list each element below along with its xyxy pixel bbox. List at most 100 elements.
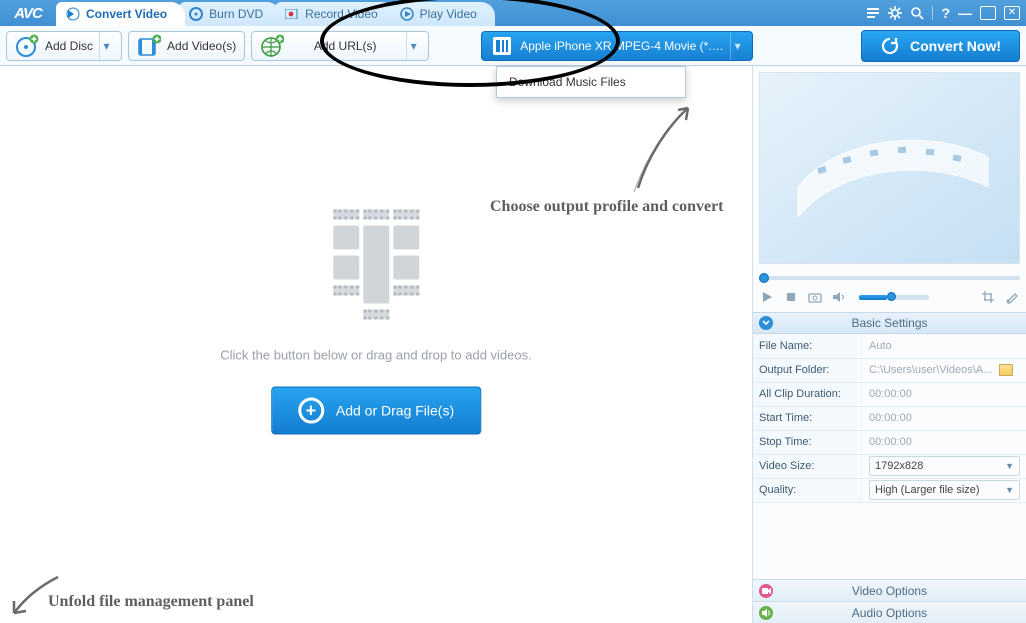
globe-plus-icon xyxy=(260,34,284,58)
setting-value[interactable]: 00:00:00 xyxy=(863,430,1026,454)
gear-icon[interactable] xyxy=(888,6,902,20)
tab-label: Play Video xyxy=(420,7,477,21)
tab-convert-video[interactable]: Convert Video xyxy=(56,2,185,26)
volume-slider[interactable] xyxy=(859,295,929,300)
audio-icon xyxy=(759,606,773,620)
row-output-folder: Output Folder: C:\Users\user\Videos\A... xyxy=(753,358,1026,382)
edit-button[interactable] xyxy=(1004,289,1020,305)
setting-label: File Name: xyxy=(753,334,863,358)
setting-label: Output Folder: xyxy=(753,358,863,382)
tab-play-video[interactable]: Play Video xyxy=(390,2,495,26)
maximize-button[interactable] xyxy=(980,6,996,20)
setting-label: Stop Time: xyxy=(753,430,863,454)
section-title: Basic Settings xyxy=(851,316,927,330)
row-video-size: Video Size: 1792x828▼ xyxy=(753,454,1026,478)
section-title: Video Options xyxy=(852,584,927,598)
annotation-unfold-panel: Unfold file management panel xyxy=(48,593,254,611)
video-size-select[interactable]: 1792x828▼ xyxy=(869,456,1020,476)
tab-label: Burn DVD xyxy=(209,7,263,21)
button-label: Add Video(s) xyxy=(167,39,236,53)
chevron-icon xyxy=(759,316,773,330)
add-url-dropdown-menu: Download Music Files xyxy=(496,66,686,98)
minimize-button[interactable]: — xyxy=(958,5,972,21)
setting-value[interactable]: C:\Users\user\Videos\A... xyxy=(863,358,1026,382)
row-stop-time: Stop Time: 00:00:00 xyxy=(753,430,1026,454)
row-start-time: Start Time: 00:00:00 xyxy=(753,406,1026,430)
plus-icon: + xyxy=(298,398,324,424)
annotation-arrow-icon xyxy=(628,96,708,196)
stop-button[interactable] xyxy=(783,289,799,305)
setting-value: 00:00:00 xyxy=(863,382,1026,406)
settings-table: File Name: Auto Output Folder: C:\Users\… xyxy=(753,334,1026,503)
row-quality: Quality: High (Larger file size)▼ xyxy=(753,478,1026,502)
play-icon xyxy=(400,7,414,21)
button-label: Add URL(s) xyxy=(290,39,400,53)
play-button[interactable] xyxy=(759,289,775,305)
snapshot-button[interactable] xyxy=(807,289,823,305)
title-bar: AVC Convert Video Burn DVD Record Video … xyxy=(0,0,1026,26)
tab-record-video[interactable]: Record Video xyxy=(275,2,396,26)
search-icon[interactable] xyxy=(910,6,924,20)
mute-button[interactable] xyxy=(831,289,847,305)
file-list-panel: Choose output profile and convert Click … xyxy=(0,66,753,623)
annotation-arrow-icon xyxy=(6,571,66,621)
preview-pane xyxy=(759,72,1020,264)
row-all-clip-duration: All Clip Duration: 00:00:00 xyxy=(753,382,1026,406)
button-label: Add or Drag File(s) xyxy=(336,403,454,419)
tab-label: Record Video xyxy=(305,7,378,21)
convert-now-button[interactable]: Convert Now! xyxy=(861,30,1020,62)
dropdown-arrow-icon[interactable]: ▾ xyxy=(99,32,113,60)
basic-settings-header[interactable]: Basic Settings xyxy=(753,312,1026,334)
options-icon[interactable] xyxy=(866,6,880,20)
tab-burn-dvd[interactable]: Burn DVD xyxy=(179,2,281,26)
help-icon[interactable]: ? xyxy=(941,5,950,21)
empty-state: Click the button below or drag and drop … xyxy=(220,210,531,435)
profile-icon xyxy=(490,34,514,58)
side-panel: Basic Settings File Name: Auto Output Fo… xyxy=(753,66,1026,623)
tab-strip: Convert Video Burn DVD Record Video Play… xyxy=(56,0,489,26)
setting-label: Start Time: xyxy=(753,406,863,430)
filmstrip3d-icon xyxy=(788,107,998,227)
add-files-button[interactable]: + Add or Drag File(s) xyxy=(271,387,481,435)
setting-label: Quality: xyxy=(753,478,863,502)
refresh-icon xyxy=(880,36,900,56)
empty-state-text: Click the button below or drag and drop … xyxy=(220,348,531,363)
progress-slider[interactable] xyxy=(759,270,1020,286)
film-plus-icon xyxy=(137,34,161,58)
button-label: Convert Now! xyxy=(910,38,1001,54)
convert-icon xyxy=(66,7,80,21)
setting-value-cell: 1792x828▼ xyxy=(863,454,1026,478)
button-label: Add Disc xyxy=(45,39,93,53)
video-options-header[interactable]: Video Options xyxy=(753,579,1026,601)
setting-value-cell: High (Larger file size)▼ xyxy=(863,478,1026,502)
setting-value[interactable]: 00:00:00 xyxy=(863,406,1026,430)
setting-label: Video Size: xyxy=(753,454,863,478)
close-button[interactable]: ✕ xyxy=(1004,6,1020,20)
output-profile-button[interactable]: Apple iPhone XR MPEG-4 Movie (*.m... ▾ xyxy=(481,31,753,61)
video-icon xyxy=(759,584,773,598)
tab-label: Convert Video xyxy=(86,7,167,21)
add-videos-button[interactable]: Add Video(s) xyxy=(128,31,245,61)
window-controls: ? — ✕ xyxy=(860,0,1026,26)
setting-value[interactable]: Auto xyxy=(863,334,1026,358)
record-icon xyxy=(285,7,299,21)
main-area: Choose output profile and convert Click … xyxy=(0,66,1026,623)
separator xyxy=(932,6,933,20)
preview-controls xyxy=(759,286,1020,308)
audio-options-header[interactable]: Audio Options xyxy=(753,601,1026,623)
crop-button[interactable] xyxy=(980,289,996,305)
menu-item-download-music[interactable]: Download Music Files xyxy=(497,67,685,97)
filmstrip-icon xyxy=(220,210,531,320)
setting-label: All Clip Duration: xyxy=(753,382,863,406)
app-logo: AVC xyxy=(0,0,56,26)
disc-icon xyxy=(189,7,203,21)
dropdown-arrow-icon[interactable]: ▾ xyxy=(730,32,744,60)
row-file-name: File Name: Auto xyxy=(753,334,1026,358)
folder-icon[interactable] xyxy=(999,364,1013,376)
add-disc-button[interactable]: Add Disc ▾ xyxy=(6,31,122,61)
add-url-button[interactable]: Add URL(s) ▾ xyxy=(251,31,429,61)
quality-select[interactable]: High (Larger file size)▼ xyxy=(869,480,1020,500)
section-title: Audio Options xyxy=(852,606,927,620)
dropdown-arrow-icon[interactable]: ▾ xyxy=(406,32,420,60)
toolbar: Add Disc ▾ Add Video(s) Add URL(s) ▾ App… xyxy=(0,26,1026,66)
